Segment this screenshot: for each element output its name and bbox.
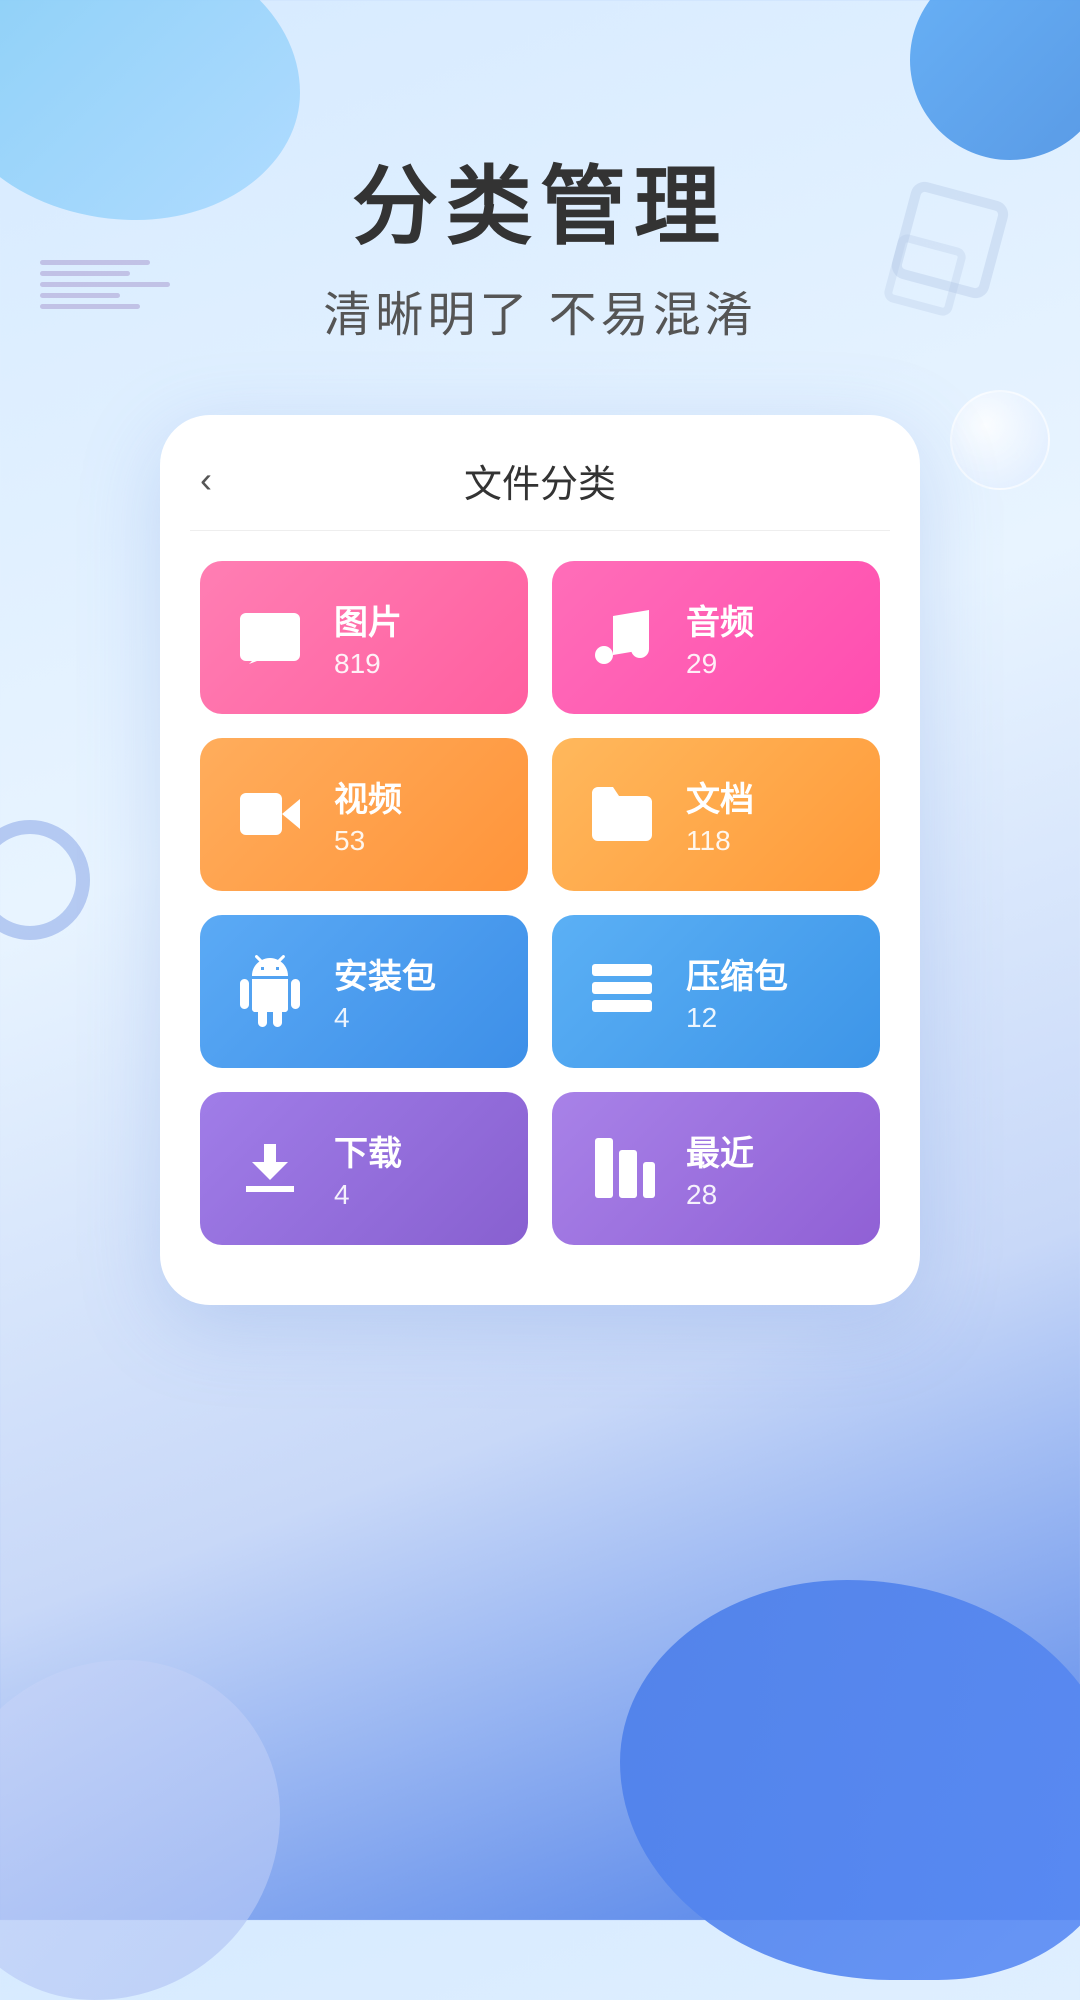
download-count: 4 [334,1179,402,1211]
recent-name: 最近 [686,1126,754,1175]
download-name: 下载 [334,1126,402,1175]
photos-count: 819 [334,648,402,680]
video-name: 视频 [334,772,402,821]
apk-name: 安装包 [334,949,436,998]
category-card-video[interactable]: 视频 53 [200,738,528,891]
zip-count: 12 [686,1002,788,1034]
category-card-docs[interactable]: 文档 118 [552,738,880,891]
recent-info: 最近 28 [686,1126,754,1211]
android-icon [230,951,310,1031]
video-icon [230,774,310,854]
category-card-recent[interactable]: 最近 28 [552,1092,880,1245]
header-area: 分类管理 清晰明了 不易混淆 [0,0,1080,345]
folder-icon [582,774,662,854]
apk-count: 4 [334,1002,436,1034]
docs-info: 文档 118 [686,772,754,857]
deco-blob-bottom-left [0,1660,280,2000]
category-card-download[interactable]: 下载 4 [200,1092,528,1245]
audio-info: 音频 29 [686,595,754,680]
audio-count: 29 [686,648,754,680]
audio-name: 音频 [686,595,754,644]
main-title: 分类管理 [0,160,1080,255]
category-card-photos[interactable]: 图片 819 [200,561,528,714]
deco-ring-mid-left [0,820,90,940]
deco-bubble-right [950,390,1050,490]
zip-info: 压缩包 12 [686,949,788,1034]
category-card-audio[interactable]: 音频 29 [552,561,880,714]
photo-icon [230,597,310,677]
deco-blob-bottom-right [620,1580,1080,1980]
photos-info: 图片 819 [334,595,402,680]
phone-screen-title: 文件分类 [464,453,616,508]
download-info: 下载 4 [334,1126,402,1211]
archive-icon [582,951,662,1031]
zip-name: 压缩包 [686,949,788,998]
sub-title: 清晰明了 不易混淆 [0,275,1080,345]
phone-header: ‹ 文件分类 [160,415,920,508]
recent-count: 28 [686,1179,754,1211]
recent-icon [582,1128,662,1208]
category-card-zip[interactable]: 压缩包 12 [552,915,880,1068]
music-icon [582,597,662,677]
phone-mockup: ‹ 文件分类 图片 819 [160,415,920,1305]
docs-count: 118 [686,825,754,857]
photos-name: 图片 [334,595,402,644]
video-count: 53 [334,825,402,857]
docs-name: 文档 [686,772,754,821]
apk-info: 安装包 4 [334,949,436,1034]
category-grid: 图片 819 音频 29 [160,531,920,1245]
video-info: 视频 53 [334,772,402,857]
back-button[interactable]: ‹ [200,459,212,501]
category-card-apk[interactable]: 安装包 4 [200,915,528,1068]
download-icon [230,1128,310,1208]
